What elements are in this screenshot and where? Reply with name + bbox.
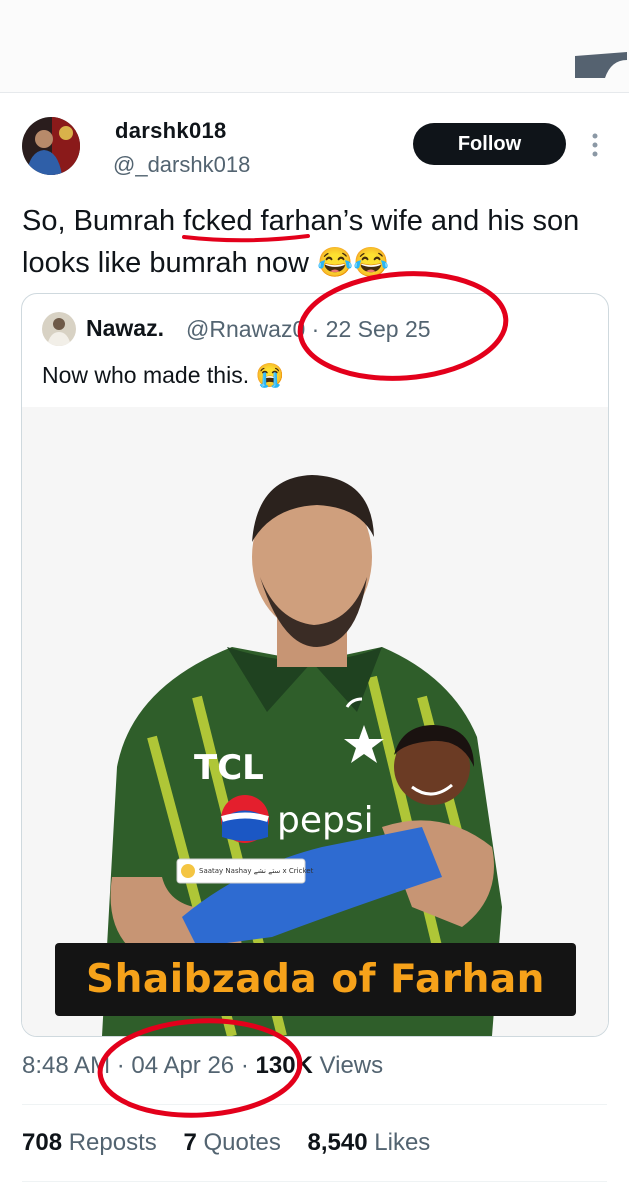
- quoted-author-name[interactable]: Nawaz.: [86, 315, 164, 342]
- reposts-count: 708: [22, 1129, 63, 1156]
- caption-text: Shaibzada of Farhan: [86, 957, 545, 1002]
- bookmark-shape-icon: [575, 52, 627, 78]
- quotes-count: 7: [183, 1129, 197, 1156]
- tweet-stats: 708 Reposts 7 Quotes 8,540 Likes: [22, 1129, 430, 1157]
- tweet-meta: 8:48 AM · 04 Apr 26 · 130K Views: [22, 1052, 383, 1080]
- avatar[interactable]: [22, 117, 80, 175]
- jersey-sponsor-text: TCL: [194, 748, 264, 788]
- divider: [22, 1181, 607, 1182]
- quoted-handle-date[interactable]: @Rnawaz0 · 22 Sep 25: [186, 316, 431, 343]
- quoted-text: Now who made this. 😭: [42, 362, 285, 388]
- top-bar: [0, 0, 629, 93]
- watermark-text: Saatay Nashay ستے نشے x Cricket: [199, 867, 314, 875]
- tweet-text: So, Bumrah fcked farhan’s wife and his s…: [22, 205, 580, 279]
- quoted-tweet-card[interactable]: Nawaz. @Rnawaz0 · 22 Sep 25 Now who made…: [21, 293, 609, 1037]
- quoted-avatar[interactable]: [42, 312, 76, 346]
- quotes-stat[interactable]: 7 Quotes: [183, 1129, 280, 1156]
- jersey-brand-text: pepsi: [277, 800, 374, 841]
- views-label: Views: [319, 1052, 384, 1079]
- tweet-time[interactable]: 8:48 AM: [22, 1052, 110, 1079]
- author-display-name[interactable]: darshk018: [115, 118, 227, 144]
- meta-separator: ·: [116, 1052, 132, 1079]
- tweet-date[interactable]: 04 Apr 26: [131, 1052, 234, 1079]
- reposts-stat[interactable]: 708 Reposts: [22, 1129, 157, 1156]
- meta-separator: ·: [240, 1052, 256, 1079]
- author-handle[interactable]: @_darshk018: [113, 152, 250, 178]
- quotes-label: Quotes: [203, 1129, 281, 1156]
- quoted-media-image[interactable]: TCL pepsi Saatay Nashay ستے نشے x Cricke…: [22, 407, 608, 1036]
- follow-button[interactable]: Follow: [413, 123, 566, 165]
- likes-stat[interactable]: 8,540 Likes: [308, 1129, 431, 1156]
- more-options-icon[interactable]: [585, 130, 605, 160]
- reposts-label: Reposts: [68, 1129, 157, 1156]
- views-count: 130K: [255, 1052, 313, 1079]
- likes-count: 8,540: [307, 1129, 368, 1156]
- divider: [22, 1104, 607, 1105]
- likes-label: Likes: [374, 1129, 431, 1156]
